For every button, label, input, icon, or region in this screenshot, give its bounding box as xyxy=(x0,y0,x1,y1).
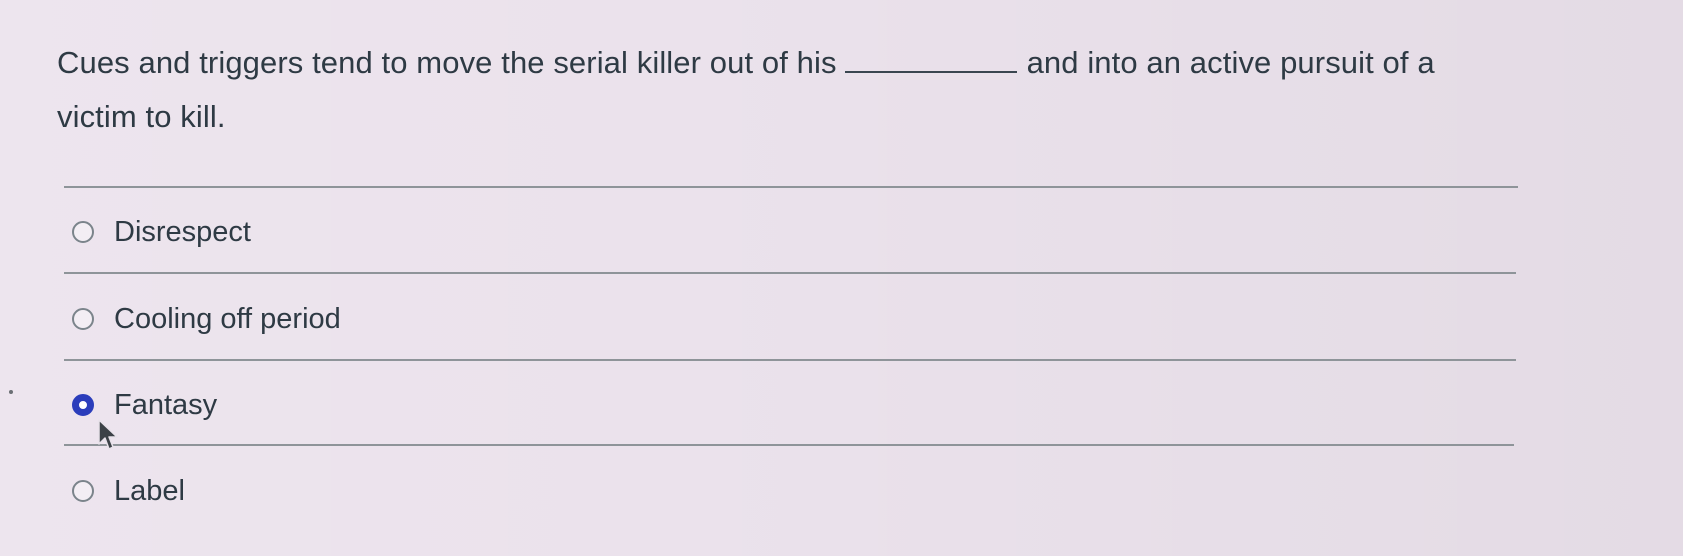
answer-divider xyxy=(64,272,1516,274)
mouse-pointer-icon xyxy=(98,419,118,450)
answer-label: Disrespect xyxy=(114,215,251,248)
radio-button[interactable] xyxy=(72,308,94,330)
answer-option-label[interactable]: Label xyxy=(72,471,185,511)
radio-button[interactable] xyxy=(72,480,94,502)
answer-divider xyxy=(64,444,1514,446)
radio-button-selected[interactable] xyxy=(72,394,94,416)
answer-label: Cooling off period xyxy=(114,302,341,335)
answer-list: Disrespect Cooling off period Fantasy La… xyxy=(0,0,1683,556)
radio-button[interactable] xyxy=(72,221,94,243)
quiz-page: Cues and triggers tend to move the seria… xyxy=(0,0,1683,556)
answer-label: Fantasy xyxy=(114,388,218,421)
answer-label: Label xyxy=(114,474,185,507)
answer-option-cooling-off-period[interactable]: Cooling off period xyxy=(72,299,341,339)
screen-speck xyxy=(9,390,13,394)
answer-option-fantasy[interactable]: Fantasy xyxy=(72,385,217,425)
answer-divider xyxy=(64,359,1516,361)
answer-option-disrespect[interactable]: Disrespect xyxy=(72,212,251,252)
